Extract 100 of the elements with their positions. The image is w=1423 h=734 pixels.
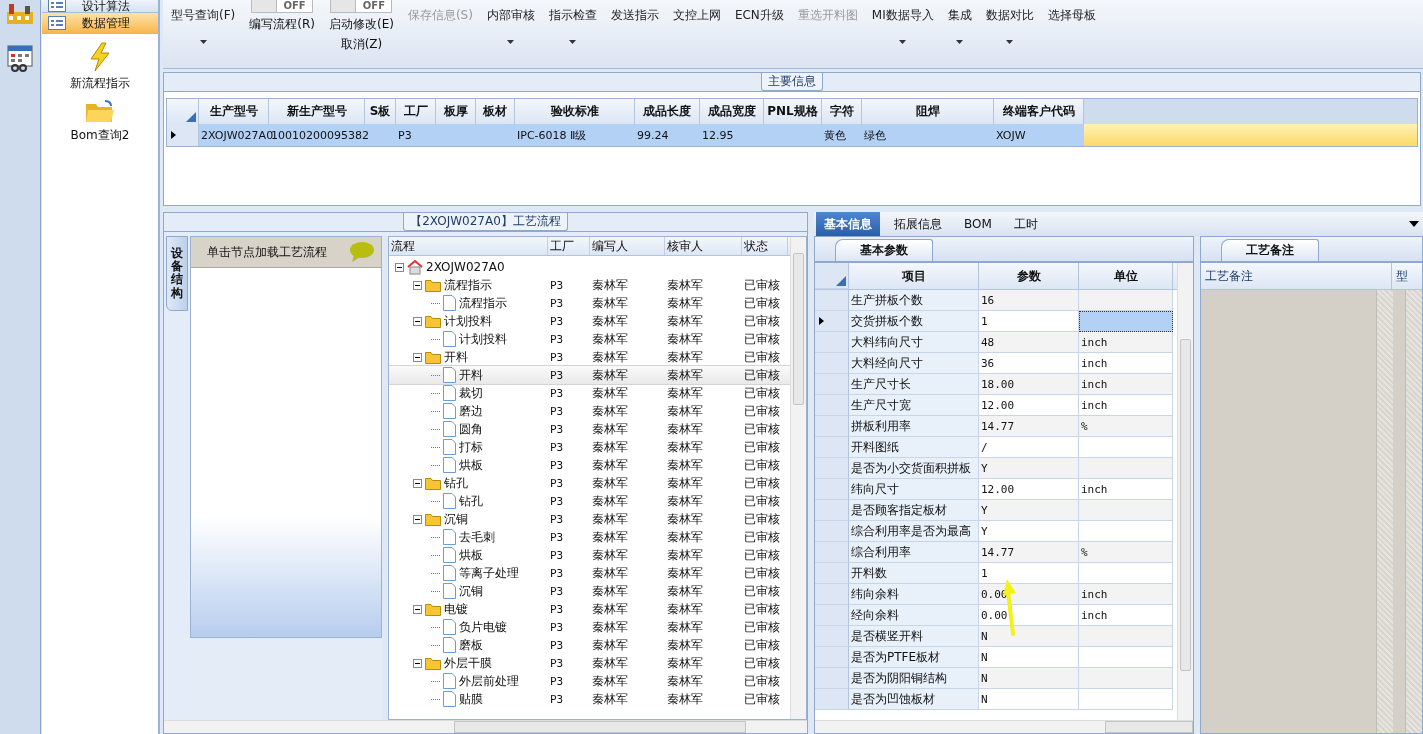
tree-row[interactable]: 磨边 P3 秦林军 秦林军 已审核 bbox=[389, 402, 790, 420]
launcher-label[interactable]: Bom查询2 bbox=[70, 127, 130, 144]
toolbar-button[interactable]: 启动修改(E) bbox=[328, 16, 394, 33]
vertical-scrollbar[interactable] bbox=[1177, 263, 1193, 720]
toolbar-button[interactable]: 集成 bbox=[947, 7, 972, 44]
nav-section[interactable]: 设计算法 bbox=[42, 0, 158, 13]
tab[interactable]: 基本信息 bbox=[816, 212, 880, 236]
side-tab[interactable]: 设备结构 bbox=[166, 236, 188, 311]
column-header[interactable]: 编写人 bbox=[590, 237, 665, 255]
toolbar-button[interactable]: 发送指示 bbox=[610, 7, 659, 24]
tree-row[interactable]: 2XOJW027A0 bbox=[389, 258, 790, 276]
toggle-switch[interactable]: OFF bbox=[251, 0, 314, 13]
tree-row[interactable]: 磨板 P3 秦林军 秦林军 已审核 bbox=[389, 636, 790, 654]
table-row[interactable]: 纬向尺寸 12.00 inch bbox=[815, 479, 1177, 500]
collapse-icon[interactable] bbox=[413, 514, 422, 524]
table-row[interactable]: 2XOJW027A010010200095382 P3 IPC-6018 Ⅱ级 99.24 12.95 黄色 绿色 XOJW bbox=[167, 124, 1417, 146]
table-row[interactable]: 是否顾客指定板材 Y bbox=[815, 500, 1177, 521]
tree-row[interactable]: 钻孔 P3 秦林军 秦林军 已审核 bbox=[389, 474, 790, 492]
tree-row[interactable]: 裁切 P3 秦林军 秦林军 已审核 bbox=[389, 384, 790, 402]
tree-row[interactable]: 流程指示 P3 秦林军 秦林军 已审核 bbox=[389, 276, 790, 294]
table-row[interactable]: 是否为凹蚀板材 N bbox=[815, 689, 1177, 710]
table-row[interactable]: 经向余料 0.00 inch bbox=[815, 605, 1177, 626]
collapse-icon[interactable] bbox=[413, 316, 422, 326]
calendar-icon[interactable] bbox=[7, 44, 33, 72]
tree-row[interactable]: 圆角 P3 秦林军 秦林军 已审核 bbox=[389, 420, 790, 438]
tree-row[interactable]: 负片电镀 P3 秦林军 秦林军 已审核 bbox=[389, 618, 790, 636]
column-header[interactable]: 参数 bbox=[979, 263, 1079, 289]
collapse-icon[interactable] bbox=[395, 262, 404, 272]
table-row[interactable]: 是否为PTFE板材 N bbox=[815, 647, 1177, 668]
table-row[interactable]: 开料数 1 bbox=[815, 563, 1177, 584]
tree-row[interactable]: 计划投料 P3 秦林军 秦林军 已审核 bbox=[389, 312, 790, 330]
tree-row[interactable]: 贴膜 P3 秦林军 秦林军 已审核 bbox=[389, 690, 790, 708]
column-header[interactable]: 型 bbox=[1392, 263, 1422, 289]
toggle-switch[interactable]: OFF bbox=[330, 0, 393, 13]
tree-row[interactable]: 外层前处理 P3 秦林军 秦林军 已审核 bbox=[389, 672, 790, 690]
collapse-icon[interactable] bbox=[413, 604, 422, 614]
toolbar-button[interactable]: 选择母板 bbox=[1047, 7, 1096, 24]
toolbar-button[interactable]: 数据对比 bbox=[985, 7, 1034, 44]
dropdown-icon[interactable] bbox=[1409, 221, 1419, 227]
tab[interactable]: 基本参数 bbox=[835, 239, 933, 261]
column-header[interactable]: 工厂 bbox=[548, 237, 590, 255]
table-row[interactable]: 大料纬向尺寸 48 inch bbox=[815, 332, 1177, 353]
tree-row[interactable]: 外层干膜 P3 秦林军 秦林军 已审核 bbox=[389, 654, 790, 672]
tree-row[interactable]: 钻孔 P3 秦林军 秦林军 已审核 bbox=[389, 492, 790, 510]
table-row[interactable]: 是否横竖开料 N bbox=[815, 626, 1177, 647]
tree-row[interactable]: 流程指示 P3 秦林军 秦林军 已审核 bbox=[389, 294, 790, 312]
collapse-icon[interactable] bbox=[413, 352, 422, 362]
table-row[interactable]: 交货拼板个数 1 bbox=[815, 311, 1177, 332]
column-header[interactable]: 流程 bbox=[389, 237, 548, 255]
table-row[interactable]: 开料图纸 / bbox=[815, 437, 1177, 458]
collapse-icon[interactable] bbox=[413, 280, 422, 290]
vertical-scrollbar[interactable] bbox=[1376, 290, 1393, 733]
table-row[interactable]: 生产拼板个数 16 bbox=[815, 290, 1177, 311]
collapse-icon[interactable] bbox=[413, 658, 422, 668]
table-row[interactable]: 大料经向尺寸 36 inch bbox=[815, 353, 1177, 374]
tree-row[interactable]: 烘板 P3 秦林军 秦林军 已审核 bbox=[389, 456, 790, 474]
toolbar-button[interactable]: 指示检查 bbox=[548, 7, 597, 44]
tree-row[interactable]: 电镀 P3 秦林军 秦林军 已审核 bbox=[389, 600, 790, 618]
lightning-icon[interactable] bbox=[88, 42, 112, 72]
table-row[interactable]: 是否为阴阳铜结构 N bbox=[815, 668, 1177, 689]
toolbar-button[interactable]: 编写流程(R) bbox=[249, 16, 315, 33]
tree-row[interactable]: 计划投料 P3 秦林军 秦林军 已审核 bbox=[389, 330, 790, 348]
tab[interactable]: BOM bbox=[956, 212, 1000, 236]
tab[interactable]: 工时 bbox=[1005, 212, 1046, 236]
table-row[interactable]: 拼板利用率 14.77 % bbox=[815, 416, 1177, 437]
column-header[interactable]: 项目 bbox=[849, 263, 979, 289]
tree-row[interactable]: 开料 P3 秦林军 秦林军 已审核 bbox=[389, 366, 790, 384]
column-header[interactable]: 状态 bbox=[742, 237, 788, 255]
tree-row[interactable]: 去毛刺 P3 秦林军 秦林军 已审核 bbox=[389, 528, 790, 546]
tree-row[interactable]: 打标 P3 秦林军 秦林军 已审核 bbox=[389, 438, 790, 456]
vertical-scrollbar[interactable] bbox=[790, 237, 806, 719]
tab[interactable]: 工艺备注 bbox=[1221, 239, 1319, 261]
tree-row[interactable]: 沉铜 P3 秦林军 秦林军 已审核 bbox=[389, 510, 790, 528]
factory-logo-icon[interactable] bbox=[5, 2, 35, 26]
toolbar-button[interactable]: 文控上网 bbox=[672, 7, 721, 24]
column-header[interactable]: 工艺备注 bbox=[1201, 263, 1392, 289]
table-row[interactable]: 生产尺寸长 18.00 inch bbox=[815, 374, 1177, 395]
tree-row[interactable]: 沉铜 P3 秦林军 秦林军 已审核 bbox=[389, 582, 790, 600]
toolbar-button[interactable]: 内部审核 bbox=[486, 7, 535, 44]
toolbar-button[interactable]: MI数据导入 bbox=[871, 7, 934, 44]
table-row[interactable]: 是否为小交货面积拼板 Y bbox=[815, 458, 1177, 479]
tree-row[interactable]: 等离子处理 P3 秦林军 秦林军 已审核 bbox=[389, 564, 790, 582]
launcher-label[interactable]: 新流程指示 bbox=[70, 75, 130, 92]
column-header[interactable]: 核审人 bbox=[665, 237, 742, 255]
tree-row[interactable]: 烘板 P3 秦林军 秦林军 已审核 bbox=[389, 546, 790, 564]
toolbar-button[interactable]: 型号查询(F) bbox=[171, 7, 236, 44]
table-row[interactable]: 生产尺寸宽 12.00 inch bbox=[815, 395, 1177, 416]
folder-icon[interactable] bbox=[85, 100, 115, 124]
toolbar-button[interactable]: ECN升级 bbox=[734, 7, 784, 24]
horizontal-scrollbar[interactable] bbox=[815, 720, 1193, 733]
vertical-scrollbar[interactable] bbox=[1405, 290, 1422, 733]
tree-row[interactable]: 开料 P3 秦林军 秦林军 已审核 bbox=[389, 348, 790, 366]
collapse-icon[interactable] bbox=[413, 478, 422, 488]
nav-section[interactable]: 数据管理 bbox=[42, 13, 158, 34]
tab[interactable]: 拓展信息 bbox=[886, 212, 950, 236]
table-cell: 是否为凹蚀板材 bbox=[849, 689, 979, 710]
toolbar-button[interactable]: 取消(Z) bbox=[340, 36, 383, 53]
column-header[interactable]: 单位 bbox=[1079, 263, 1173, 289]
table-row[interactable]: 综合利用率 14.77 % bbox=[815, 542, 1177, 563]
horizontal-scrollbar[interactable] bbox=[164, 720, 807, 733]
